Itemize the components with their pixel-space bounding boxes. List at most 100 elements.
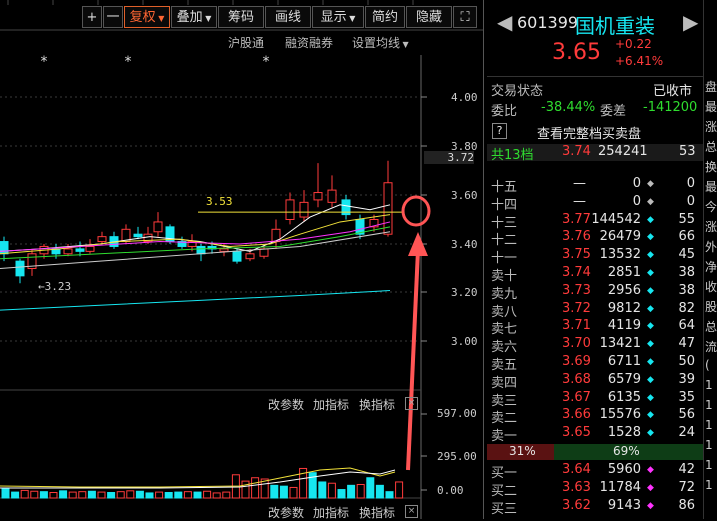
level-price: 3.68	[562, 371, 591, 387]
close-icon[interactable]: ×	[405, 505, 418, 518]
chouma-button[interactable]: 筹码	[218, 6, 264, 28]
total-vol: 254241	[598, 144, 648, 159]
stock-name: 国机重装	[575, 14, 655, 38]
side-strip-char: 总	[705, 320, 717, 334]
volume-bar	[270, 484, 279, 499]
side-strip-char: 1	[705, 438, 713, 452]
level-volume: 144542	[591, 211, 641, 227]
level-count: 24	[678, 425, 695, 441]
fuquan-dropdown[interactable]: 复权 ▼	[124, 6, 170, 28]
level-count: 42	[678, 462, 695, 477]
level-volume: 1528	[607, 425, 641, 441]
huanzhibiao-button[interactable]: 换指标	[359, 396, 395, 413]
volume-bar	[251, 477, 260, 499]
level-volume: 2851	[607, 265, 641, 280]
level-marker-icon: ◆	[647, 501, 654, 511]
level-label: 卖二	[491, 411, 518, 427]
level-count: 66	[678, 229, 695, 245]
prev-arrow-icon[interactable]: ◀	[497, 10, 512, 34]
price-tick-320: 3.20	[451, 286, 478, 299]
level-volume: 6711	[607, 354, 641, 369]
candle-body	[0, 241, 9, 255]
gaicanshu-button-2[interactable]: 改参数	[268, 504, 304, 521]
divider	[487, 76, 703, 77]
level-price: —	[573, 176, 586, 191]
candle-body	[245, 253, 255, 260]
full-book-link[interactable]: 查看完整档买卖盘	[537, 123, 641, 142]
level-volume: 4119	[607, 318, 641, 334]
level-label: 3.53	[206, 195, 233, 208]
hugutong-link[interactable]: 沪股通	[228, 34, 264, 51]
junxian-link[interactable]: 设置均线 ▼	[352, 34, 409, 51]
volume-bar	[385, 491, 394, 499]
volume-bar	[203, 490, 212, 499]
level-volume: 11784	[599, 480, 641, 495]
huaxian-button[interactable]: 画线	[265, 6, 311, 28]
level-marker-icon: ◆	[647, 179, 654, 189]
level-label: 卖四	[491, 375, 518, 391]
ma120-line	[0, 290, 391, 311]
ask-row: 卖五 3.69 6711 ◆ 50	[487, 354, 703, 373]
level-marker-icon: ◆	[647, 483, 654, 493]
side-strip-char: 涨	[705, 220, 717, 234]
ask-row: 十二 3.76 26479 ◆ 66	[487, 229, 703, 248]
jiazhibiao-button-2[interactable]: 加指标	[313, 504, 349, 521]
level-marker-icon: ◆	[647, 232, 654, 243]
diejia-dropdown[interactable]: 叠加 ▼	[171, 6, 217, 28]
volume-bar	[97, 491, 106, 499]
level-count: 38	[678, 282, 695, 298]
close-icon[interactable]: ×	[405, 397, 418, 410]
level-label: 十一	[491, 251, 518, 267]
price-tick-400: 4.00	[451, 91, 478, 104]
level-marker-icon: ◆	[647, 268, 654, 278]
level-label: 卖八	[491, 304, 518, 320]
side-strip-char: 涨	[705, 120, 717, 134]
chevron-down-icon: ▼	[346, 14, 356, 23]
level-count: 64	[678, 318, 695, 334]
weicha-label: 委差	[600, 104, 627, 119]
level-count: 50	[678, 354, 695, 369]
candle-body	[327, 189, 337, 203]
bid-row: 买二 3.63 11784 ◆ 72	[487, 480, 703, 499]
candle-body	[313, 192, 323, 201]
volume-bar	[279, 485, 288, 499]
level-price: 3.65	[562, 425, 591, 441]
bid-row: 买三 3.62 9143 ◆ 86	[487, 498, 703, 517]
jianyue-button[interactable]: 简约	[365, 6, 405, 28]
expand-icon[interactable]: ⛶	[453, 6, 477, 28]
help-icon[interactable]: ?	[492, 123, 507, 139]
vol-tick-max: 597.00	[437, 407, 477, 420]
level-marker-icon: ◆	[647, 392, 654, 403]
level-count: 56	[678, 407, 695, 423]
level-count: 72	[678, 480, 695, 495]
volume-bar	[87, 490, 96, 499]
level-count: 82	[678, 300, 695, 316]
volume-bar	[164, 492, 173, 499]
level-marker-icon: ◆	[647, 196, 654, 207]
yincang-button[interactable]: 隐藏	[406, 6, 452, 28]
level-count: 39	[678, 371, 695, 387]
side-strip-char: 1	[705, 458, 713, 472]
volume-bar	[347, 484, 356, 499]
level-volume: 0	[632, 176, 641, 191]
side-strip-char: 1	[705, 418, 713, 432]
next-arrow-icon[interactable]: ▶	[683, 10, 698, 34]
kline-chart-area[interactable]: * * * + 一 复权 ▼ 叠加 ▼ 筹码 画线 显示 ▼ 简约 隐藏 ⛶ 沪股通…	[0, 0, 484, 521]
zoom-out-button[interactable]: 一	[103, 6, 123, 28]
gaicanshu-button[interactable]: 改参数	[268, 396, 304, 413]
huanzhibiao-button-2[interactable]: 换指标	[359, 504, 395, 521]
vol-tick-mid: 295.00	[437, 450, 477, 463]
volume-bar	[11, 491, 20, 499]
xianshi-dropdown[interactable]: 显示 ▼	[312, 6, 364, 28]
side-strip-char: 最	[705, 180, 717, 194]
level-count: 45	[678, 247, 695, 263]
kline-chart-svg[interactable]: * * *	[0, 0, 484, 519]
full-book-row[interactable]: ? 查看完整档买卖盘	[487, 123, 703, 142]
level-volume: 26479	[599, 229, 641, 245]
rongzi-link[interactable]: 融资融券	[285, 34, 333, 51]
zoom-in-button[interactable]: +	[82, 6, 102, 28]
weibi-label: 委比	[491, 104, 518, 119]
level-count: 0	[686, 176, 695, 191]
sell-ratio-label: 31%	[509, 444, 536, 458]
jiazhibiao-button[interactable]: 加指标	[313, 396, 349, 413]
